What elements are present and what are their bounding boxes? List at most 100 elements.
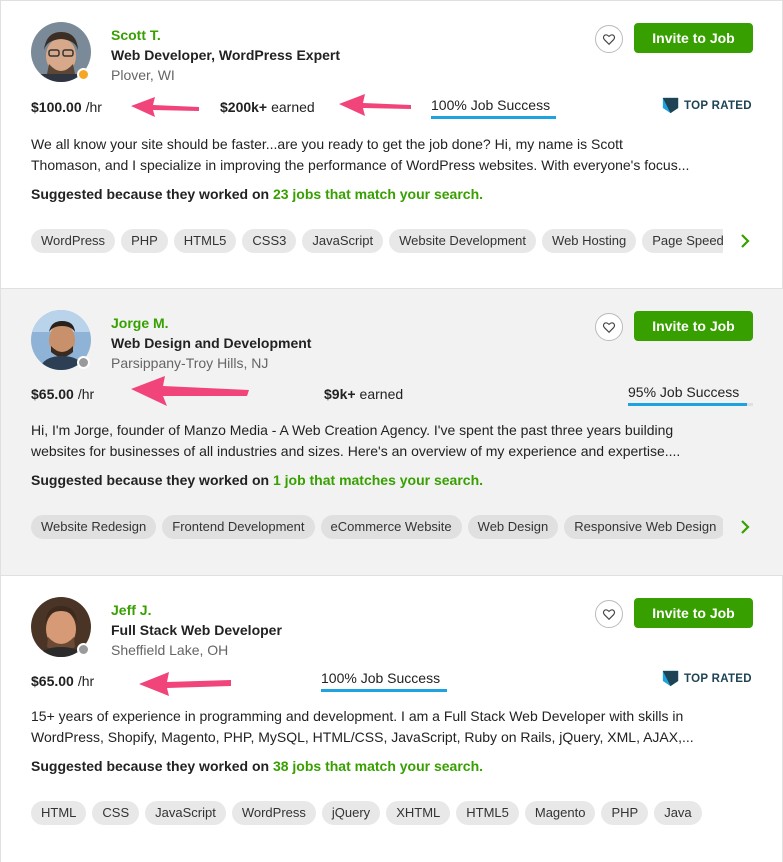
- skill-tag[interactable]: Magento: [524, 801, 596, 825]
- matching-jobs-link[interactable]: 23 jobs that match your search.: [273, 186, 483, 202]
- save-heart-button[interactable]: [595, 313, 623, 341]
- freelancer-name[interactable]: Jorge M.: [111, 315, 169, 331]
- earned-value: $9k+: [324, 386, 356, 402]
- skill-tag[interactable]: PHP: [121, 229, 168, 253]
- freelancer-title: Full Stack Web Developer: [111, 622, 282, 638]
- top-rated-icon: [662, 97, 679, 114]
- top-rated-label: TOP RATED: [684, 99, 752, 112]
- skill-tag[interactable]: CSS: [92, 801, 140, 825]
- skill-tag[interactable]: HTML5: [173, 229, 237, 253]
- overview-line: We all know your site should be faster..…: [31, 136, 623, 152]
- overview-line: Thomason, and I specialize in improving …: [31, 157, 690, 173]
- skill-tag[interactable]: PHP: [601, 801, 649, 825]
- job-success-label: 100% Job Success: [431, 97, 551, 113]
- invite-to-job-button[interactable]: Invite to Job: [634, 23, 753, 53]
- skill-tag[interactable]: JavaScript: [302, 229, 384, 253]
- rate-unit: /hr: [77, 386, 95, 402]
- skills-list: HTML CSS JavaScript WordPress jQuery XHTML HTM…: [31, 801, 723, 827]
- job-success-bar: [321, 689, 447, 692]
- heart-icon: [602, 609, 616, 621]
- skill-tag[interactable]: Page Speed: [642, 229, 723, 253]
- freelancer-card[interactable]: Scott T. Web Developer, WordPress Expert…: [1, 0, 783, 289]
- skill-tag[interactable]: WordPress: [31, 229, 116, 253]
- job-success: 100% Job Success: [321, 670, 447, 692]
- suggestion-prefix: Suggested because they worked on: [31, 758, 270, 774]
- rate-unit: /hr: [85, 99, 102, 115]
- chevron-right-icon[interactable]: [737, 233, 753, 249]
- freelancer-overview: 15+ years of experience in programming a…: [31, 706, 756, 748]
- freelancer-name[interactable]: Scott T.: [111, 27, 161, 43]
- hourly-rate: $100.00/hr: [31, 99, 102, 115]
- save-heart-button[interactable]: [595, 25, 623, 53]
- skills-list: Website Redesign Frontend Development eCom…: [31, 515, 723, 541]
- overview-line: WordPress, Shopify, Magento, PHP, MySQL,…: [31, 729, 694, 745]
- skill-tag[interactable]: Responsive Web Design: [564, 515, 723, 539]
- annotation-arrow: [139, 672, 231, 696]
- matching-jobs-link[interactable]: 1 job that matches your search.: [273, 472, 483, 488]
- skill-tag[interactable]: Java: [654, 801, 702, 825]
- job-success: 100% Job Success: [431, 97, 556, 119]
- top-rated-icon: [662, 670, 679, 687]
- freelancer-location: Sheffield Lake, OH: [111, 642, 229, 658]
- rate-value: $100.00: [31, 99, 82, 115]
- heart-icon: [602, 322, 616, 334]
- chevron-right-icon[interactable]: [737, 519, 753, 535]
- overview-line: Hi, I'm Jorge, founder of Manzo Media - …: [31, 422, 674, 438]
- job-success-bar: [431, 116, 556, 119]
- earned-label: earned: [271, 99, 315, 115]
- skill-tag[interactable]: WordPress: [231, 801, 316, 825]
- overview-line: websites for businesses of all industrie…: [31, 443, 681, 459]
- annotation-arrow: [339, 94, 411, 116]
- freelancer-card[interactable]: Jeff J. Full Stack Web Developer Sheffie…: [1, 576, 783, 862]
- suggestion-text: Suggested because they worked on 1 job t…: [31, 472, 483, 488]
- job-success-fill: [431, 116, 556, 119]
- rate-value: $65.00: [31, 386, 74, 402]
- online-status-dot: [77, 68, 90, 81]
- rate-value: $65.00: [31, 673, 74, 689]
- earned-value: $200k+: [220, 99, 268, 115]
- hourly-rate: $65.00/hr: [31, 673, 94, 689]
- skill-tag[interactable]: XHTML: [386, 801, 451, 825]
- skill-tag[interactable]: JavaScript: [145, 801, 226, 825]
- invite-to-job-button[interactable]: Invite to Job: [634, 311, 753, 341]
- overview-line: 15+ years of experience in programming a…: [31, 708, 684, 724]
- job-success-bar: [628, 403, 753, 406]
- job-success-label: 95% Job Success: [628, 384, 740, 400]
- top-rated-label: TOP RATED: [684, 672, 752, 685]
- annotation-arrow: [131, 97, 199, 117]
- job-success-fill: [628, 403, 747, 406]
- suggestion-text: Suggested because they worked on 23 jobs…: [31, 186, 483, 202]
- heart-icon: [602, 34, 616, 46]
- skill-tag[interactable]: HTML: [31, 801, 87, 825]
- offline-status-dot: [77, 643, 90, 656]
- earned-label: earned: [359, 386, 404, 402]
- matching-jobs-link[interactable]: 38 jobs that match your search.: [273, 758, 483, 774]
- rate-unit: /hr: [77, 673, 95, 689]
- suggestion-prefix: Suggested because they worked on: [31, 472, 270, 488]
- skill-tag[interactable]: Web Hosting: [542, 229, 637, 253]
- total-earned: $200k+ earned: [220, 99, 315, 115]
- annotation-arrow: [131, 376, 249, 406]
- job-success-label: 100% Job Success: [321, 670, 441, 686]
- skill-tag[interactable]: Website Development: [389, 229, 537, 253]
- save-heart-button[interactable]: [595, 600, 623, 628]
- freelancer-location: Parsippany-Troy Hills, NJ: [111, 355, 269, 371]
- freelancer-overview: We all know your site should be faster..…: [31, 134, 756, 176]
- freelancer-location: Plover, WI: [111, 67, 175, 83]
- freelancer-name[interactable]: Jeff J.: [111, 602, 151, 618]
- hourly-rate: $65.00/hr: [31, 386, 94, 402]
- skill-tag[interactable]: Frontend Development: [162, 515, 315, 539]
- skill-tag[interactable]: Website Redesign: [31, 515, 157, 539]
- total-earned: $9k+ earned: [324, 386, 403, 402]
- top-rated-badge: TOP RATED: [662, 670, 752, 687]
- skill-tag[interactable]: CSS3: [242, 229, 297, 253]
- job-success-fill: [321, 689, 447, 692]
- skill-tag[interactable]: Web Design: [467, 515, 559, 539]
- offline-status-dot: [77, 356, 90, 369]
- invite-to-job-button[interactable]: Invite to Job: [634, 598, 753, 628]
- freelancer-card[interactable]: Jorge M. Web Design and Development Pars…: [1, 289, 783, 576]
- skill-tag[interactable]: HTML5: [456, 801, 519, 825]
- skill-tag[interactable]: eCommerce Website: [320, 515, 462, 539]
- skill-tag[interactable]: jQuery: [321, 801, 381, 825]
- freelancer-title: Web Developer, WordPress Expert: [111, 47, 341, 63]
